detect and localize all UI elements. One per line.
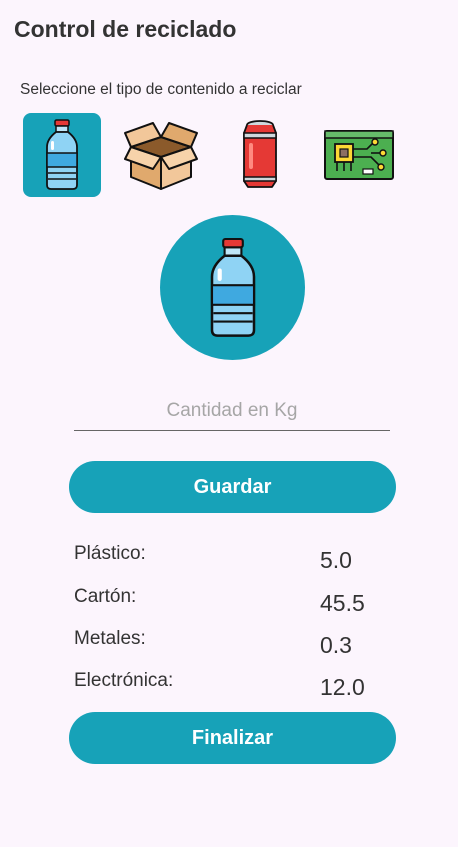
stat-row-cardboard: Cartón: 45.5 — [0, 586, 458, 626]
stat-label: Metales: — [74, 628, 146, 649]
stat-value: 12.0 — [320, 674, 365, 700]
stat-label: Cartón: — [74, 586, 137, 607]
type-selection-prompt: Seleccione el tipo de contenido a recicl… — [20, 81, 302, 98]
type-button-electronics[interactable] — [320, 113, 398, 197]
stat-row-plastic: Plástico: 5.0 — [0, 543, 458, 583]
save-button[interactable]: Guardar — [69, 461, 396, 513]
cardboard-box-icon — [124, 122, 198, 190]
stat-value: 0.3 — [320, 632, 352, 658]
stat-value: 5.0 — [320, 547, 352, 573]
type-button-plastic[interactable] — [23, 113, 101, 197]
stat-label: Electrónica: — [74, 670, 174, 691]
stat-row-electronics: Electrónica: 12.0 — [0, 670, 458, 710]
plastic-bottle-icon — [210, 237, 255, 337]
type-button-cardboard[interactable] — [122, 113, 200, 197]
page-title: Control de reciclado — [14, 16, 237, 42]
stat-row-metal: Metales: 0.3 — [0, 628, 458, 668]
soda-can-icon — [243, 120, 277, 188]
quantity-kg-input[interactable] — [74, 392, 390, 431]
stat-label: Plástico: — [74, 543, 146, 564]
circuit-board-icon — [324, 130, 394, 180]
finish-button[interactable]: Finalizar — [69, 712, 396, 764]
plastic-bottle-icon — [46, 119, 78, 190]
selected-type-preview — [160, 215, 305, 360]
recycle-type-selector — [0, 113, 458, 199]
stat-value: 45.5 — [320, 590, 365, 616]
type-button-metal[interactable] — [221, 113, 299, 197]
